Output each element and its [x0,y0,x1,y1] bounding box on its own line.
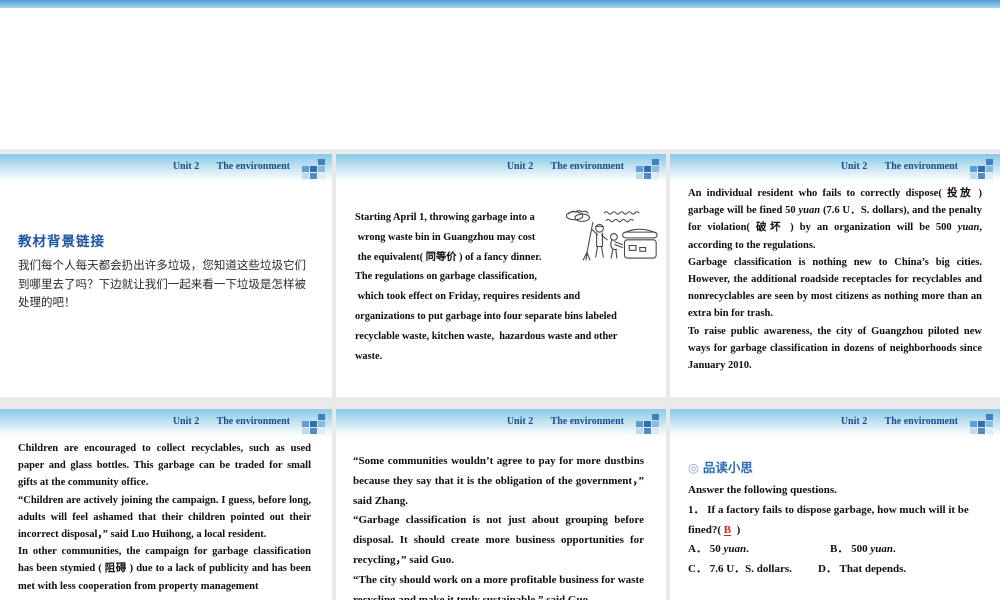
passage-block: Starting April 1, throwing garbage into … [355,208,660,366]
passage-block: “Some communities wouldn’t agree to pay … [336,452,666,600]
topic-label: The environment [884,161,958,172]
unit-label: Unit 2 [840,161,868,172]
mosaic-squares-icon [636,414,659,434]
question-1: 1． If a factory fails to dispose garbage… [688,503,972,536]
option-b: B． 500 yuan. [830,543,896,556]
topic-label: The environment [216,416,290,427]
slide-4-thumbnail[interactable]: Unit 2 The environment Children are enco… [0,407,332,600]
slide-header: Unit 2 The environment [336,152,666,182]
unit-label: Unit 2 [172,161,200,172]
topic-label: The environment [884,416,958,427]
topic-label: The environment [216,161,290,172]
slide-header: Unit 2 The environment [0,152,332,182]
paragraph: Children are encouraged to collect recyc… [18,443,311,489]
passage-block: Children are encouraged to collect recyc… [0,440,332,595]
topic-label: The environment [550,416,624,427]
slide-header: Unit 2 The environment [0,407,332,437]
passage-block: An individual resident who fails to corr… [670,185,1000,374]
option-c: C． 7.6 U．S. dollars. [688,563,792,576]
paragraph: “Children are actively joining the campa… [18,494,311,541]
paragraph: To raise public awareness, the city of G… [688,325,982,372]
slide-header: Unit 2 The environment [670,407,1000,437]
topic-label: The environment [550,161,624,172]
unit-label: Unit 2 [172,416,200,427]
top-edge-bar [0,0,1000,8]
slide-header-title: Unit 2 The environment [173,416,290,427]
unit-label: Unit 2 [840,416,868,427]
unit-label: Unit 2 [506,161,534,172]
options-row-1: A． 50 yuan. B． 500 yuan. [688,540,984,560]
slide-preview-page: Unit 2 The environment 教材背景链接 我们每个人每天都会扔… [0,0,1000,600]
slide-header-title: Unit 2 The environment [507,161,624,172]
mosaic-squares-icon [302,159,325,179]
paragraph: An individual resident who fails to corr… [688,188,985,251]
slide-header-title: Unit 2 The environment [841,161,958,172]
slide-6-thumbnail[interactable]: Unit 2 The environment ◎ 品读小思 Answer the … [670,407,1000,600]
slide-header-title: Unit 2 The environment [841,416,958,427]
garbage-sorting-cartoon-image [565,209,658,261]
slide-header: Unit 2 The environment [336,407,666,437]
mosaic-squares-icon [302,414,325,434]
slide-5-thumbnail[interactable]: Unit 2 The environment “Some communities… [336,407,666,600]
option-d: D． That depends. [818,563,907,576]
intro-paragraph: 我们每个人每天都会扔出许多垃圾，您知道这些垃圾它们到哪里去了吗？下边就让我们一起… [18,260,306,309]
slide-1-thumbnail[interactable]: Unit 2 The environment 教材背景链接 我们每个人每天都会扔… [0,152,332,397]
page-title: 教材背景链接 [18,234,105,249]
paragraph: “The city should work on a more profitab… [353,573,644,600]
slide-3-thumbnail[interactable]: Unit 2 The environment An individual res… [670,152,1000,397]
unit-label: Unit 2 [506,416,534,427]
mosaic-squares-icon [970,159,993,179]
paragraph: Garbage classification is nothing new to… [688,256,982,320]
slide-header-title: Unit 2 The environment [173,161,290,172]
mosaic-squares-icon [970,414,993,434]
paragraph: “Garbage classification is not just abou… [353,514,644,566]
options-row-2: C． 7.6 U．S. dollars. D． That depends. [688,560,984,580]
ring-bullet-icon: ◎ [688,461,699,475]
slide-2-thumbnail[interactable]: Unit 2 The environment Starting April 1,… [336,152,666,397]
option-a: A． 50 yuan. [688,543,749,556]
quiz-instruction: Answer the following questions. [688,484,837,496]
slide-header: Unit 2 The environment [670,152,1000,182]
paragraph: “Some communities wouldn’t agree to pay … [353,455,644,507]
mosaic-squares-icon [636,159,659,179]
slide-header-title: Unit 2 The environment [507,416,624,427]
paragraph: In other communities, the campaign for g… [18,546,311,592]
section-title: ◎ 品读小思 [688,457,984,476]
quiz-block: ◎ 品读小思 Answer the following questions. 1．… [670,457,1000,580]
section-title-text: 品读小思 [702,461,753,475]
